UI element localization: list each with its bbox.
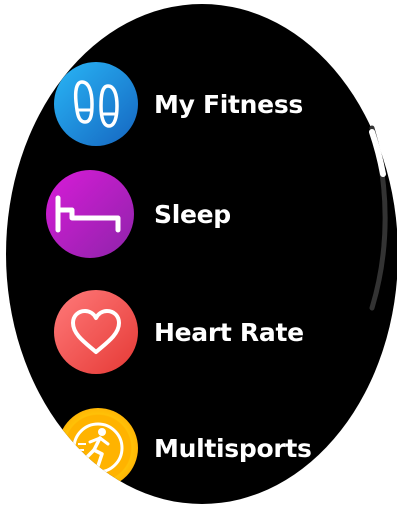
menu-item-heart-rate[interactable]: Heart Rate xyxy=(6,290,397,374)
my-fitness-app-icon xyxy=(54,62,138,146)
menu-label-heart-rate: Heart Rate xyxy=(154,318,304,347)
menu-label-multisports: Multisports xyxy=(154,434,312,463)
menu-item-sleep[interactable]: Sleep xyxy=(6,170,397,258)
heart-rate-app-icon xyxy=(54,290,138,374)
menu-item-multisports[interactable]: Multisports xyxy=(6,408,397,492)
bed-icon xyxy=(55,195,121,233)
menu-item-my-fitness[interactable]: My Fitness xyxy=(6,62,397,146)
menu-label-my-fitness: My Fitness xyxy=(154,90,303,119)
multisports-app-icon xyxy=(58,408,138,488)
footprints-icon xyxy=(73,80,119,128)
heart-icon xyxy=(71,309,121,354)
watch-screen: My Fitness Sleep Heart Rate Multisports xyxy=(6,4,397,504)
running-person-icon xyxy=(72,422,124,474)
sleep-app-icon xyxy=(46,170,134,258)
menu-label-sleep: Sleep xyxy=(154,200,231,229)
